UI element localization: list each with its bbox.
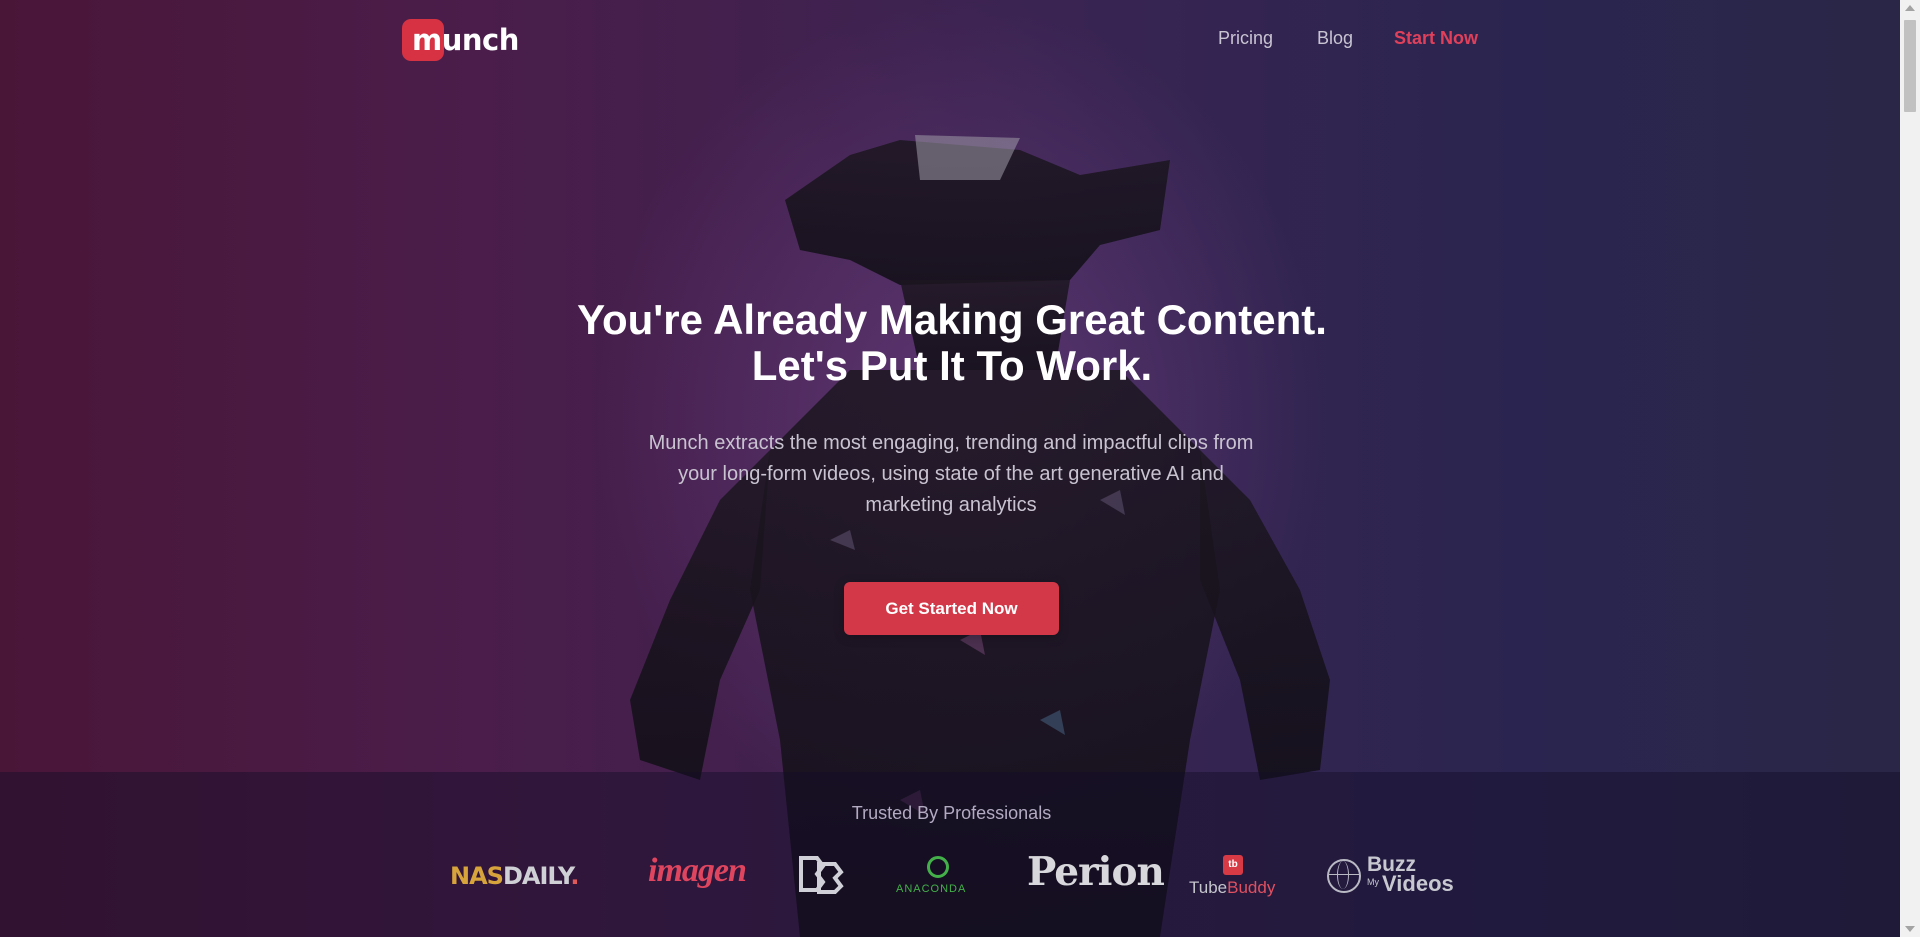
- bb-logo: [797, 854, 845, 894]
- anaconda-logo: ANACONDA: [896, 856, 980, 896]
- scroll-up-arrow-icon[interactable]: [1905, 5, 1915, 11]
- anaconda-ring-icon: [927, 856, 949, 878]
- nav-link-blog[interactable]: Blog: [1317, 28, 1353, 49]
- tubebuddy-word-1: Tube: [1189, 878, 1228, 897]
- hero-headline: You're Already Making Great Content. Let…: [452, 297, 1452, 389]
- globe-icon: [1327, 859, 1361, 893]
- buzz-word-3: Videos: [1382, 871, 1454, 896]
- nav-link-start-now[interactable]: Start Now: [1394, 28, 1478, 49]
- headline-line-2: Let's Put It To Work.: [751, 342, 1153, 389]
- nasdaily-logo-dot: .: [570, 862, 579, 890]
- nasdaily-logo: NASDAILY.: [450, 862, 579, 902]
- perion-logo: Perion: [1027, 849, 1165, 895]
- nasdaily-logo-part-2: DAILY: [502, 862, 571, 890]
- subtext-line-3: marketing analytics: [865, 494, 1037, 516]
- hero-subtext: Munch extracts the most engaging, trendi…: [620, 428, 1282, 521]
- bb-logo-mark: [799, 856, 844, 894]
- logo-wordmark: munch: [412, 23, 519, 57]
- tubebuddy-badge-icon: tb: [1223, 855, 1243, 875]
- tubebuddy-logo: tb TubeBuddy: [1189, 854, 1277, 897]
- anaconda-wordmark: ANACONDA: [896, 883, 967, 895]
- buzz-word-2: My: [1367, 877, 1379, 887]
- imagen-logo: imagen: [648, 852, 747, 889]
- headline-line-1: You're Already Making Great Content.: [577, 296, 1327, 343]
- site-header: munch Pricing Blog Start Now: [0, 0, 1900, 80]
- trusted-title: Trusted By Professionals: [851, 803, 1052, 823]
- munch-logo[interactable]: munch: [402, 19, 519, 61]
- subtext-line-2: your long-form videos, using state of th…: [678, 463, 1224, 485]
- tubebuddy-wordmark: TubeBuddy: [1189, 878, 1275, 898]
- tubebuddy-word-2: Buddy: [1227, 878, 1276, 897]
- scrollbar-thumb[interactable]: [1904, 20, 1916, 112]
- nasdaily-logo-part-1: NAS: [450, 862, 504, 890]
- scroll-down-arrow-icon[interactable]: [1905, 926, 1915, 932]
- trusted-section: [0, 772, 1900, 937]
- buzzmyvideos-logo: Buzz My Videos: [1327, 853, 1457, 897]
- page-scrollbar[interactable]: [1900, 0, 1920, 937]
- subtext-line-1: Munch extracts the most engaging, trendi…: [648, 432, 1254, 454]
- get-started-button[interactable]: Get Started Now: [844, 582, 1059, 635]
- nav-link-pricing[interactable]: Pricing: [1218, 28, 1273, 49]
